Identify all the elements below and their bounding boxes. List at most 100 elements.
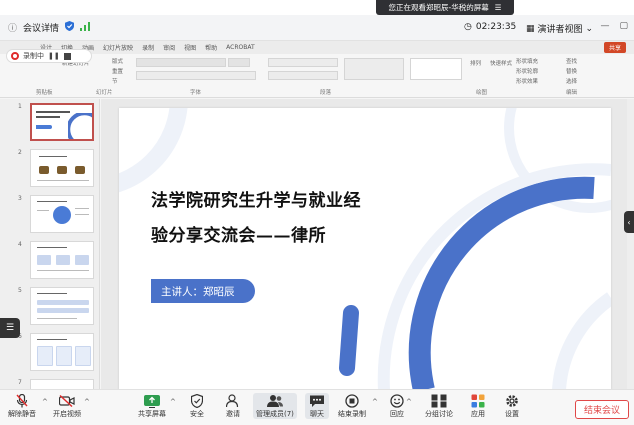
side-panel-toggle-icon[interactable]: ☰ (0, 318, 20, 338)
record-options-chevron-icon[interactable]: ^ (372, 398, 378, 406)
recording-label: 录制中 (23, 52, 44, 60)
thumbnail-row[interactable]: 2 (0, 149, 99, 193)
apps-label: 应用 (471, 410, 485, 418)
thumbnail-row[interactable]: 6 (0, 333, 99, 377)
slide-thumbnail[interactable] (30, 333, 94, 371)
recording-indicator[interactable]: 录制中 ❚❚ (6, 49, 92, 63)
settings-button[interactable]: 设置 (503, 393, 521, 419)
restore-icon[interactable]: ▢ (619, 21, 628, 31)
end-meeting-button[interactable]: 结束会议 (575, 400, 629, 419)
slide-title-line-2: 验分享交流会——律所 (151, 226, 326, 246)
slide-thumbnail[interactable] (30, 287, 94, 325)
stop-icon[interactable] (63, 52, 71, 60)
chat-button[interactable]: 聊天 (305, 393, 329, 419)
slide-thumbnail[interactable] (30, 149, 94, 187)
text-direction-buttons[interactable] (344, 58, 404, 80)
slide-thumbnail[interactable] (30, 195, 94, 233)
group-label-clipboard: 剪贴板 (36, 90, 53, 96)
thumbnail-number: 7 (18, 379, 22, 386)
shield-check-icon (188, 393, 206, 409)
find-button[interactable]: 查找 (566, 57, 577, 65)
font-name-select[interactable] (136, 58, 226, 67)
share-screen-button[interactable]: 共享屏幕 (138, 393, 166, 419)
thumbnail-number: 1 (18, 103, 22, 110)
thumbnail-number: 3 (18, 195, 22, 202)
unmute-label: 解除静音 (8, 410, 36, 418)
shapes-gallery[interactable] (410, 58, 462, 80)
paragraph-align-buttons[interactable] (268, 71, 338, 80)
chevron-down-icon: ⌄ (585, 23, 594, 34)
reset-button[interactable]: 重置 (112, 67, 123, 75)
share-screen-icon (143, 393, 161, 409)
info-icon[interactable]: ⓘ (8, 21, 17, 34)
slide-thumbnails-panel: 1 2 3 4 5 6 7 (0, 99, 100, 389)
pause-icon[interactable]: ❚❚ (48, 52, 60, 60)
ppt-share-button[interactable]: 共享 (603, 42, 626, 53)
ppt-menu-bar: 设计 切换 动画 幻灯片放映 录制 审阅 视图 帮助 ACROBAT (0, 41, 634, 54)
arrange-button[interactable]: 排列 (470, 59, 481, 67)
banner-menu-icon[interactable]: ☰ (495, 3, 502, 12)
meeting-timer: ◷ 02:23:35 (464, 22, 516, 32)
manage-members-label: 管理成员(7) (256, 410, 294, 418)
thumbnail-row[interactable]: 3 (0, 195, 99, 239)
unmute-button[interactable]: 解除静音 (8, 393, 36, 419)
smile-icon (388, 393, 406, 409)
breakout-rooms-label: 分组讨论 (425, 410, 453, 418)
replace-button[interactable]: 替换 (566, 67, 577, 75)
right-panel-toggle-icon[interactable]: ‹ (624, 211, 634, 233)
view-mode-selector[interactable]: ▦ 演讲者视图 ⌄ (526, 22, 594, 36)
record-dot-icon (11, 52, 19, 60)
group-label-font: 字体 (190, 90, 202, 96)
gear-icon (503, 393, 521, 409)
shape-effects-button[interactable]: 形状效果 (516, 77, 538, 85)
menu-item[interactable]: 审阅 (163, 43, 175, 52)
font-size-select[interactable] (228, 58, 250, 67)
audio-options-chevron-icon[interactable]: ^ (42, 398, 48, 406)
slide-thumbnail[interactable] (30, 379, 94, 389)
thumbnail-row[interactable]: 7 (0, 379, 99, 389)
slide-scrollbar[interactable] (627, 99, 634, 389)
invite-button[interactable]: 邀请 (224, 393, 242, 419)
menu-item[interactable]: ACROBAT (226, 44, 255, 51)
share-label: 共享 (608, 45, 621, 52)
slide-thumbnail[interactable] (30, 103, 94, 141)
speaker-label: 主讲人：郑昭辰 (151, 279, 255, 303)
shape-outline-button[interactable]: 形状轮廓 (516, 67, 538, 75)
layout-button[interactable]: 版式 (112, 57, 123, 65)
meeting-toolbar: 解除静音 ^ 开启视频 ^ 共享屏幕 ^ 安全 邀请 管理成员(7) 聊天 结束… (0, 389, 634, 425)
shape-fill-button[interactable]: 形状填充 (516, 57, 538, 65)
security-button[interactable]: 安全 (188, 393, 206, 419)
menu-item[interactable]: 帮助 (205, 43, 217, 52)
current-slide[interactable]: 法学院研究生升学与就业经 验分享交流会——律所 主讲人：郑昭辰 (119, 108, 611, 390)
slide-thumbnail[interactable] (30, 241, 94, 279)
manage-members-button[interactable]: 管理成员(7) (253, 393, 297, 419)
view-mode-label: 演讲者视图 (537, 25, 583, 35)
meeting-details-link[interactable]: 会议详情 (23, 21, 59, 34)
menu-item[interactable]: 录制 (142, 43, 154, 52)
group-label-paragraph: 段落 (320, 90, 332, 96)
invite-label: 邀请 (226, 410, 240, 418)
start-video-button[interactable]: 开启视频 (53, 393, 81, 419)
muted-mic-icon (13, 393, 31, 409)
video-options-chevron-icon[interactable]: ^ (84, 398, 90, 406)
reactions-options-chevron-icon[interactable]: ^ (406, 398, 412, 406)
shield-icon[interactable] (65, 21, 75, 34)
quick-styles-button[interactable]: 快速样式 (490, 59, 512, 67)
thumbnail-row[interactable]: 4 (0, 241, 99, 285)
reactions-button[interactable]: 回应 (388, 393, 406, 419)
menu-item[interactable]: 幻灯片放映 (103, 43, 133, 52)
banner-text: 您正在观看郑昭辰-华税的屏幕 (388, 3, 489, 12)
stop-record-icon (343, 393, 361, 409)
stop-recording-button[interactable]: 结束录制 (338, 393, 366, 419)
apps-button[interactable]: 应用 (469, 393, 487, 419)
shared-powerpoint: 设计 切换 动画 幻灯片放映 录制 审阅 视图 帮助 ACROBAT 共享 粘贴… (0, 41, 634, 390)
font-format-buttons[interactable] (136, 71, 256, 80)
share-options-chevron-icon[interactable]: ^ (170, 398, 176, 406)
section-button[interactable]: 节 (112, 77, 118, 85)
breakout-rooms-button[interactable]: 分组讨论 (425, 393, 453, 419)
thumbnail-row[interactable]: 1 (0, 103, 99, 147)
select-button[interactable]: 选择 (566, 77, 577, 85)
paragraph-list-buttons[interactable] (268, 58, 338, 67)
menu-item[interactable]: 视图 (184, 43, 196, 52)
minimize-icon[interactable]: — (600, 21, 609, 31)
